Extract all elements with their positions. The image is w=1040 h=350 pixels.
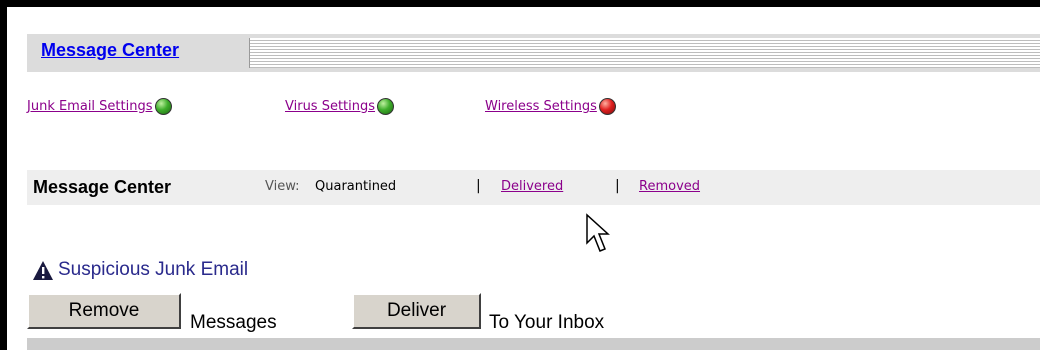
title-bar: Message Center [27,34,1040,72]
remove-suffix-label: Messages [190,312,277,333]
warning-icon [33,261,53,280]
status-green-icon [377,98,395,115]
mouse-pointer-icon [586,213,610,252]
bottom-bar [27,338,1040,350]
virus-settings-link[interactable]: Virus Settings [285,99,375,114]
view-separator: | [615,178,620,194]
deliver-button[interactable]: Deliver [352,293,481,329]
remove-button[interactable]: Remove [27,293,181,329]
junk-email-settings-item[interactable]: Junk Email Settings [27,96,172,115]
status-green-icon [154,98,172,115]
wireless-settings-link[interactable]: Wireless Settings [485,99,597,114]
view-delivered-link[interactable]: Delivered [501,179,563,194]
status-red-icon [598,98,616,115]
message-center-heading: Message Center [33,177,172,197]
junk-email-settings-link[interactable]: Junk Email Settings [27,99,153,114]
title-decorative-lines [249,38,1040,68]
suspicious-junk-label: Suspicious Junk Email [58,259,249,280]
message-center-bar: Message Center View: Quarantined | Deliv… [27,170,1040,205]
view-removed-link[interactable]: Removed [639,179,700,194]
deliver-suffix-label: To Your Inbox [489,312,605,333]
window-frame-left [0,0,7,350]
virus-settings-item[interactable]: Virus Settings [285,96,395,115]
view-separator: | [476,178,481,194]
view-label: View: [265,179,300,194]
view-quarantined-current: Quarantined [315,179,397,194]
wireless-settings-item[interactable]: Wireless Settings [485,96,616,115]
window-frame-top [0,0,1040,7]
message-center-title-link[interactable]: Message Center [41,40,179,61]
